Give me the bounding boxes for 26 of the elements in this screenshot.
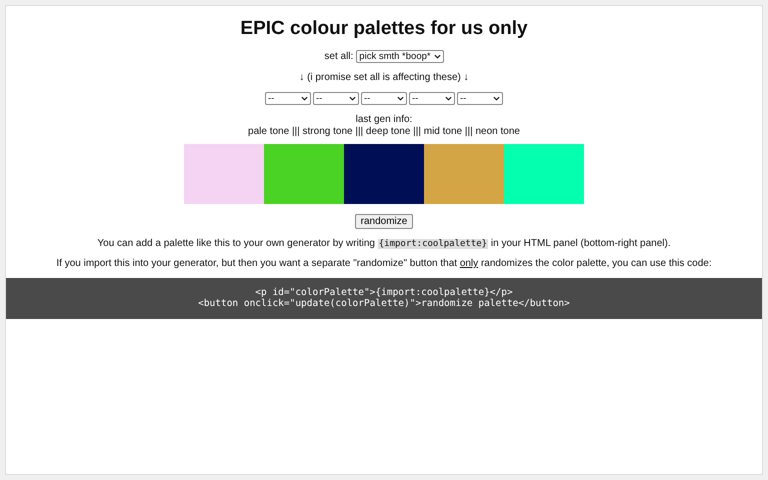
randomize-button[interactable]: randomize [354,214,414,229]
note-text: ↓ (i promise set all is affecting these) ↓ [299,72,469,83]
underlined-text: only [460,258,478,269]
chevron-icon [397,96,404,101]
code-line: <button onclick="update(colorPalette)">randomize palette</button> [197,298,571,309]
sentence-text: randomizes the color palette, you can use this code: [480,258,712,269]
tone-dropdown[interactable]: -- [361,92,407,105]
inline-code: {import:coolpalette} [378,239,488,249]
chevron-icon [434,54,441,59]
last-gen-info: pale tone ||| strong tone ||| deep tone ||| mid tone ||| neon tone [248,126,520,138]
chevron-icon [445,96,452,101]
tone-dropdown[interactable]: -- [265,92,311,105]
tone-dropdown[interactable]: -- [313,92,359,105]
set-all-label: set all: [324,51,354,62]
sentence-text: in your HTML panel (bottom-right panel). [490,238,671,249]
chevron-icon [301,96,308,101]
tone-dropdown[interactable]: -- [409,92,455,105]
last-gen-heading: last gen info: [354,114,414,126]
sentence-text: If you import this into your generator, but then you want a separate "randomize" button that [56,258,458,269]
tone-dropdown[interactable]: -- [457,92,503,105]
page-title: EPIC colour palettes for us only [240,18,528,40]
sentence-text: You can add a palette like this to your own generator by writing [97,238,376,249]
chevron-icon [493,96,500,101]
set-all-dropdown[interactable]: pick smth *boop* [356,50,444,63]
code-line: <p id="colorPalette">{import:coolpalette}</p> [254,287,514,298]
chevron-icon [349,96,356,101]
